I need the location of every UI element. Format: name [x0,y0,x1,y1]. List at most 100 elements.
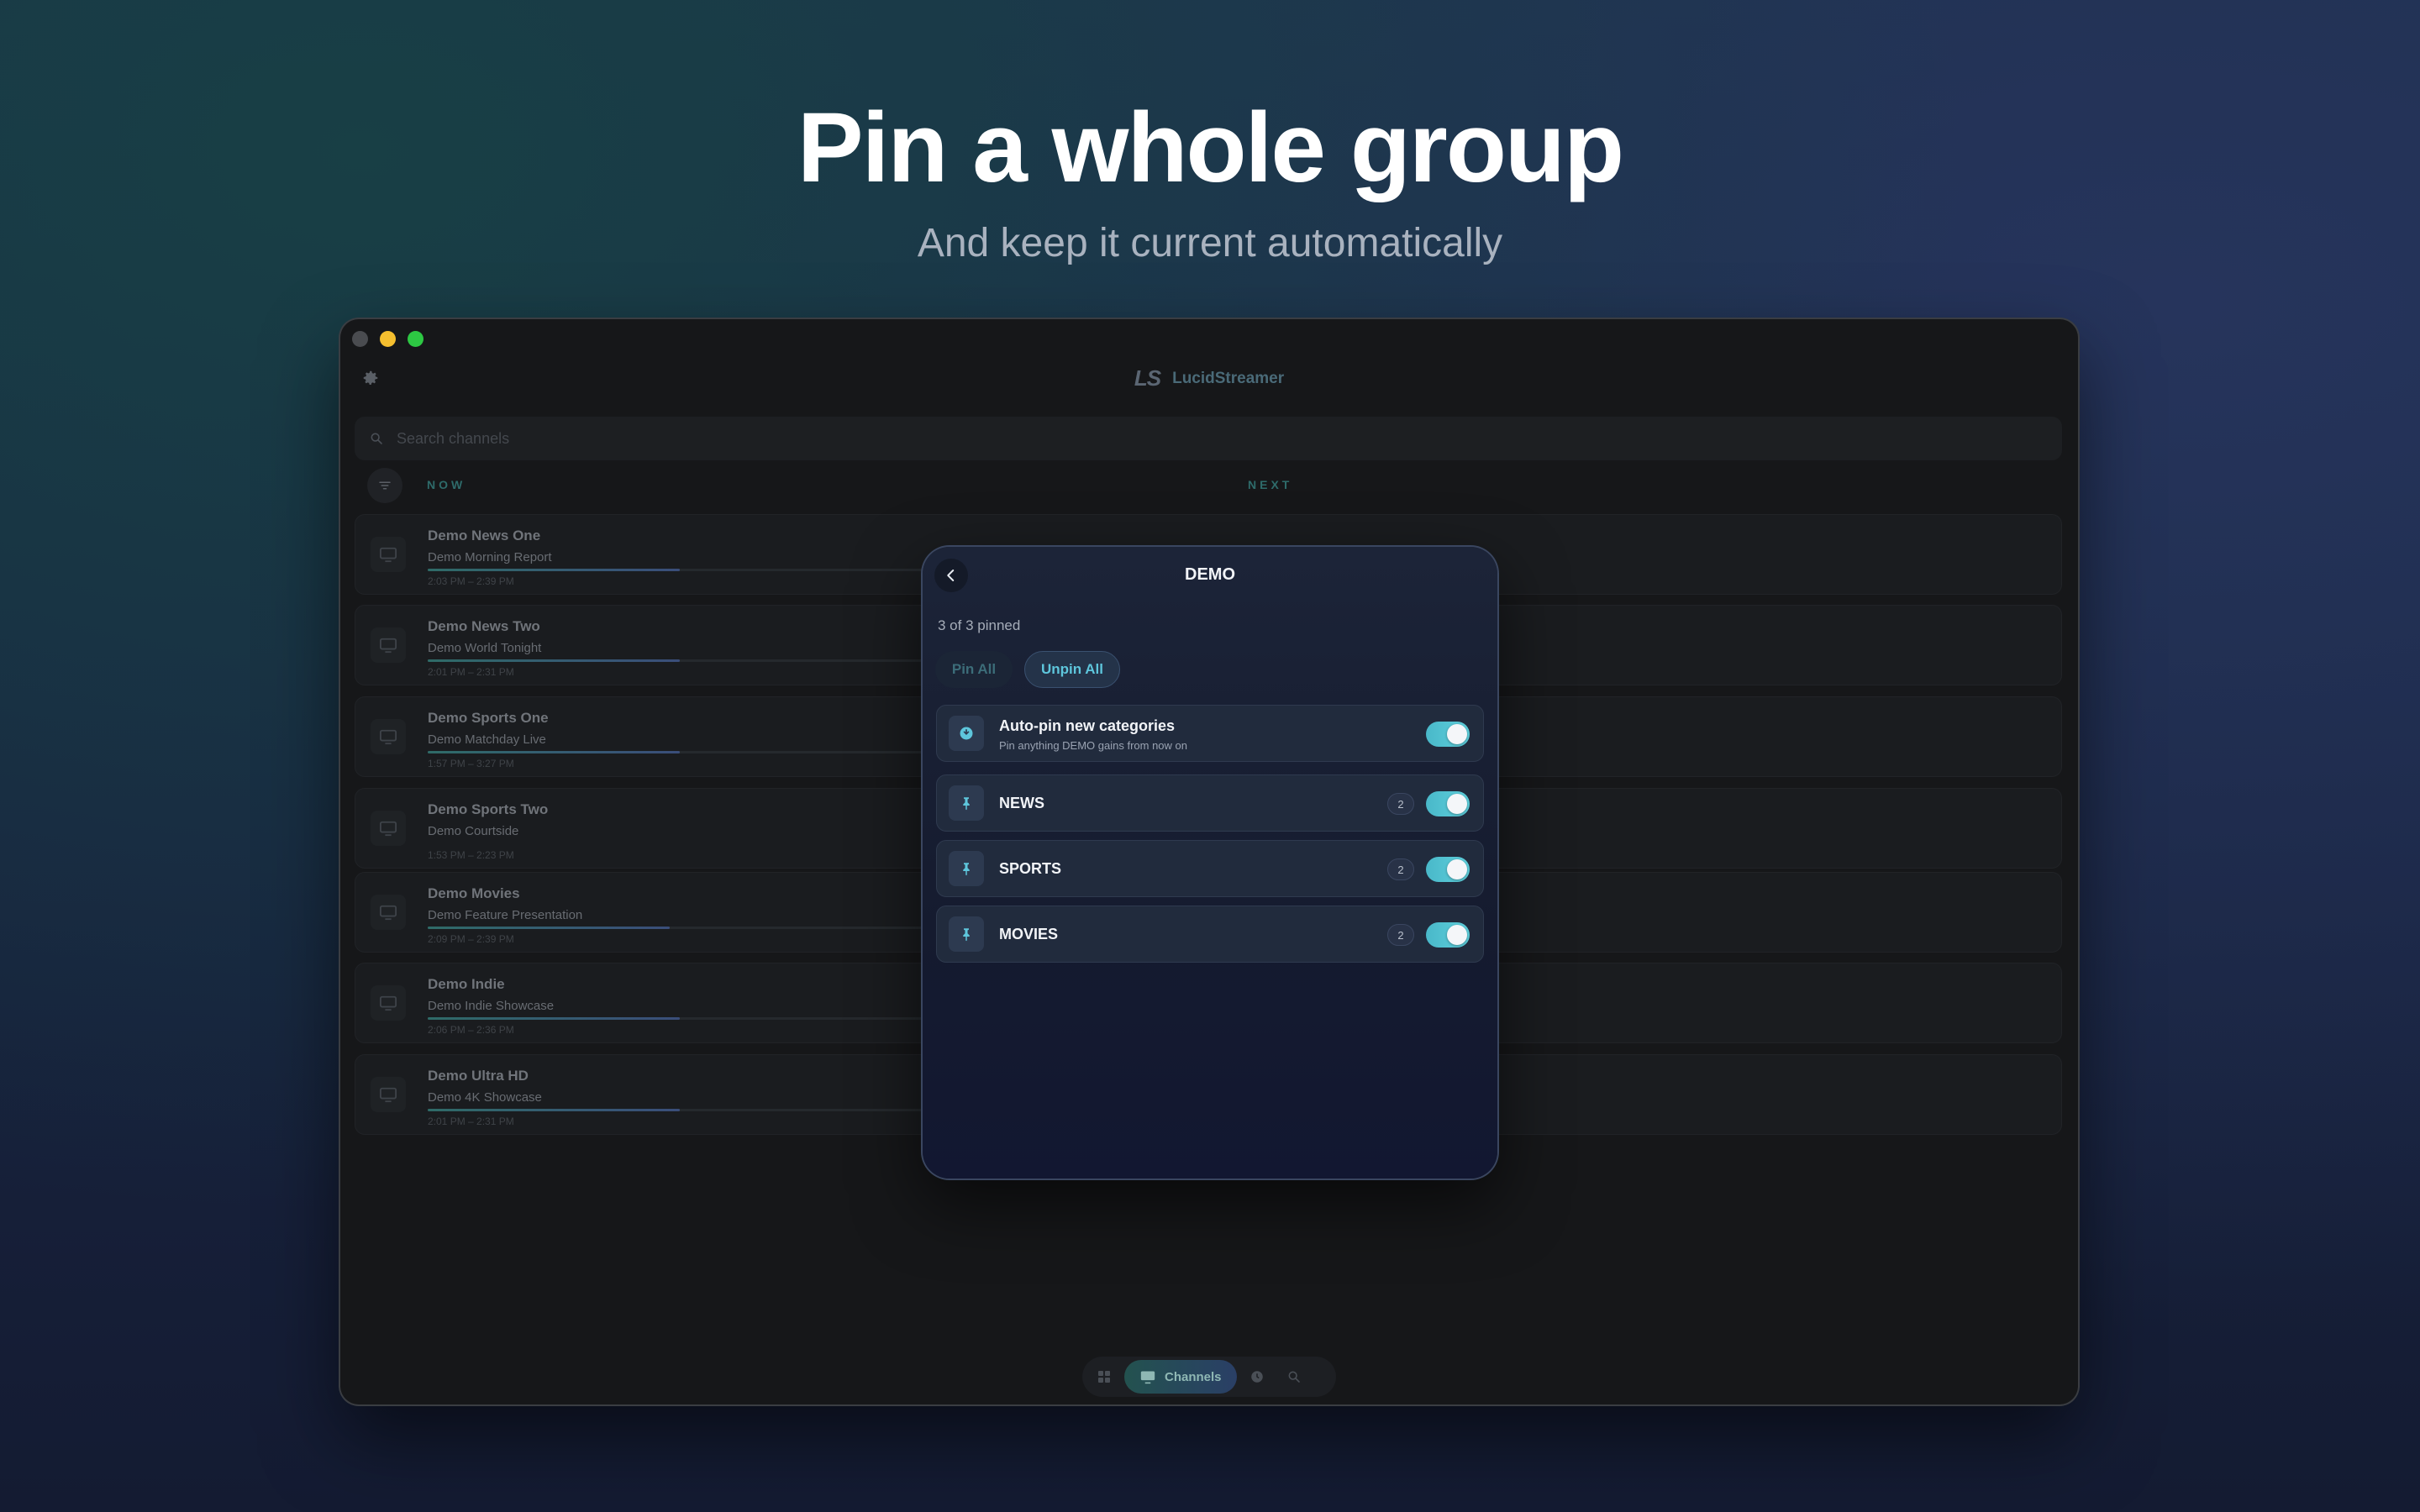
channel-logo [371,811,406,846]
close-window-button[interactable] [352,331,368,347]
auto-pin-subtitle: Pin anything DEMO gains from now on [999,739,1187,752]
category-pin-toggle[interactable] [1426,791,1470,816]
program-time: 2:01 PM – 2:31 PM [428,1116,514,1127]
current-program: Demo Morning Report [428,550,552,564]
tv-icon [380,729,397,745]
program-progress-bar [428,927,932,929]
window-controls [352,331,424,347]
category-row-movies[interactable]: MOVIES 2 [936,906,1484,963]
program-time: 2:09 PM – 2:39 PM [428,933,514,945]
channel-logo [371,627,406,663]
category-name: NEWS [999,795,1044,811]
clock-icon [1250,1371,1263,1383]
current-program: Demo Feature Presentation [428,908,583,922]
toggle-knob [1447,859,1467,879]
toggle-knob [1447,794,1467,814]
tv-icon [380,1087,397,1103]
auto-pin-toggle[interactable] [1426,722,1470,747]
channel-logo [371,1077,406,1112]
unpin-all-button[interactable]: Unpin All [1024,651,1120,688]
bottom-tab-bar: Channels [1082,1357,1336,1397]
program-progress-bar [428,569,932,571]
category-count-badge: 2 [1387,924,1414,946]
category-name: SPORTS [999,860,1062,877]
tv-icon [380,905,397,921]
toggle-knob [1447,925,1467,945]
category-pin-toggle[interactable] [1426,922,1470,948]
category-icon-box [949,851,984,886]
tab-channels[interactable]: Channels [1124,1360,1237,1394]
current-program: Demo Indie Showcase [428,999,555,1013]
tv-icon [380,995,397,1011]
search-icon [1288,1371,1300,1383]
hero-title: Pin a whole group [797,92,1624,203]
tab-grid[interactable] [1087,1360,1121,1394]
channel-name: Demo Ultra HD [428,1068,529,1084]
current-program: Demo Matchday Live [428,732,546,747]
category-row-news[interactable]: NEWS 2 [936,774,1484,832]
pin-icon [963,863,970,876]
filter-icon [379,481,391,490]
program-time: 1:57 PM – 3:27 PM [428,758,514,769]
tab-guide[interactable] [1240,1360,1274,1394]
program-time: 2:03 PM – 2:39 PM [428,575,514,587]
sheet-title: DEMO [1185,565,1235,584]
minimize-window-button[interactable] [380,331,396,347]
auto-pin-icon-box [949,716,984,751]
maximize-window-button[interactable] [408,331,424,347]
channel-name: Demo News Two [428,618,540,634]
program-time: 2:06 PM – 2:36 PM [428,1024,514,1036]
current-program: Demo 4K Showcase [428,1090,542,1105]
category-row-sports[interactable]: SPORTS 2 [936,840,1484,897]
hero-subtitle: And keep it current automatically [917,221,1503,265]
tab-channels-label: Channels [1165,1369,1222,1384]
auto-update-icon [960,727,973,740]
channel-logo [371,537,406,572]
current-program: Demo World Tonight [428,641,542,655]
tv-icon [380,547,397,563]
program-time: 1:53 PM – 2:23 PM [428,849,514,861]
group-pin-sheet: DEMO 3 of 3 pinned Pin All Unpin All Aut… [923,547,1497,1179]
search-icon [371,433,382,444]
auto-pin-title: Auto-pin new categories [999,717,1176,734]
toggle-knob [1447,724,1467,744]
channel-name: Demo Sports One [428,710,549,726]
channel-logo [371,719,406,754]
grid-icon [1098,1371,1110,1383]
app-name: LucidStreamer [1172,369,1285,387]
channel-logo [371,985,406,1021]
program-progress-bar [428,751,932,753]
category-icon-box [949,785,984,821]
program-time: 2:01 PM – 2:31 PM [428,666,514,678]
pin-icon [963,928,970,942]
channel-name: Demo Sports Two [428,801,549,817]
tv-icon [1140,1371,1155,1384]
app-brand: LS LucidStreamer [340,365,2078,391]
pinned-count: 3 of 3 pinned [938,617,1021,633]
channel-logo [371,895,406,930]
program-progress-bar [428,1109,932,1111]
tab-search[interactable] [1277,1360,1311,1394]
current-program: Demo Courtside [428,824,519,838]
channel-name: Demo News One [428,528,541,543]
category-count-badge: 2 [1387,858,1414,880]
search-bar[interactable] [355,417,2062,460]
program-progress-bar [428,659,932,662]
auto-pin-row[interactable]: Auto-pin new categories Pin anything DEM… [936,705,1484,762]
app-logo: LS [1134,365,1161,391]
channel-name: Demo Movies [428,885,520,901]
search-input[interactable] [395,428,1995,449]
pin-icon [963,797,970,811]
category-pin-toggle[interactable] [1426,857,1470,882]
filter-button[interactable] [367,468,402,503]
column-header-now: NOW [427,478,466,491]
channel-name: Demo Indie [428,976,505,992]
tv-icon [380,821,397,837]
column-header-next: NEXT [1248,478,1293,491]
category-count-badge: 2 [1387,793,1414,815]
category-icon-box [949,916,984,952]
tv-icon [380,638,397,654]
pin-all-button[interactable]: Pin All [935,651,1013,688]
program-progress-bar [428,1017,932,1020]
category-name: MOVIES [999,926,1059,942]
